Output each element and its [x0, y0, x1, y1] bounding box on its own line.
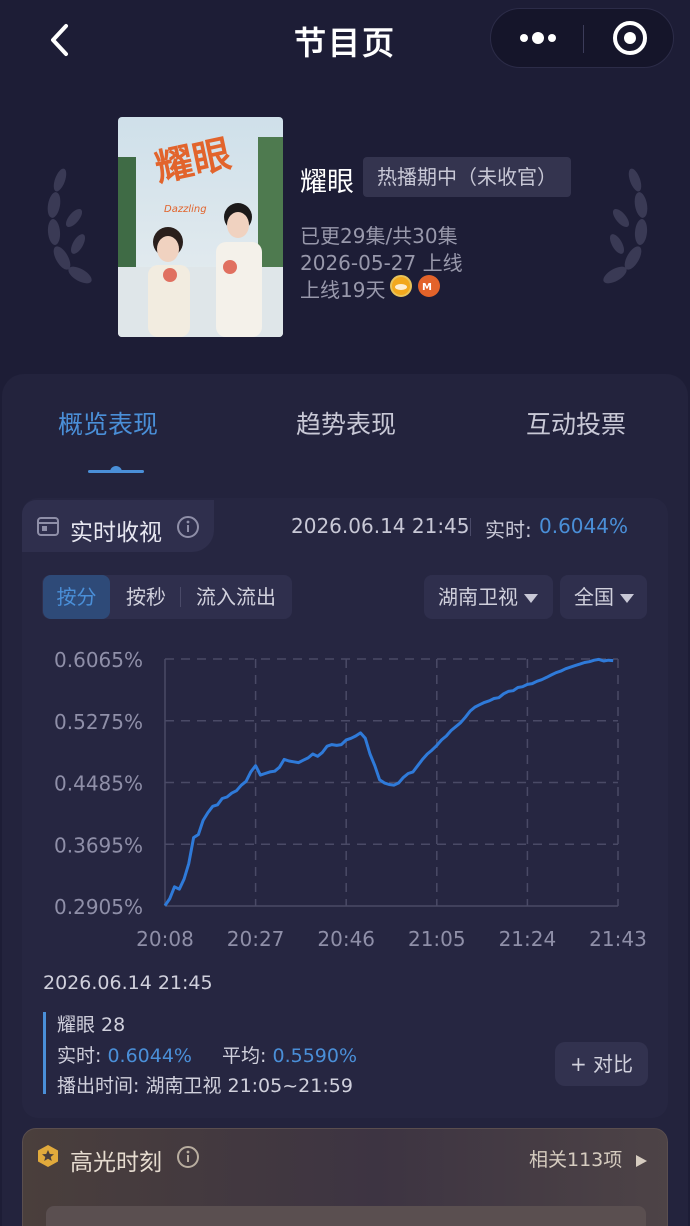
region-dropdown-value: 全国: [574, 585, 614, 609]
tv-calendar-icon: [37, 517, 59, 536]
segment-in-out-flow[interactable]: 流入流出: [182, 575, 290, 619]
svg-text:M: M: [422, 282, 432, 293]
mango-tv-orange-icon: [390, 275, 412, 297]
play-arrow-icon: [636, 1154, 648, 1167]
tab-overview[interactable]: 概览表现: [58, 405, 158, 441]
highlights-related-link[interactable]: 相关113项: [529, 1145, 648, 1172]
star-badge-icon: [38, 1145, 58, 1167]
realtime-value: 0.6044%: [539, 514, 628, 538]
detail-avg-label: 平均:: [222, 1045, 267, 1067]
detail-airtime: 播出时间: 湖南卫视 21:05~21:59: [57, 1075, 353, 1097]
channel-dropdown[interactable]: 湖南卫视: [424, 575, 553, 619]
segment-separator: [180, 587, 181, 607]
realtime-separator: [470, 518, 471, 536]
realtime-label: 实时:: [485, 518, 532, 542]
info-icon[interactable]: [176, 1145, 200, 1169]
status-badge: 热播期中（未收官）: [363, 157, 571, 197]
channel-dropdown-value: 湖南卫视: [438, 585, 518, 609]
more-dots-icon: [520, 32, 556, 44]
detail-avg-value: 0.5590%: [272, 1045, 358, 1067]
detail-realtime-label: 实时:: [57, 1045, 102, 1067]
region-dropdown[interactable]: 全国: [560, 575, 647, 619]
close-mini-program-button[interactable]: [584, 9, 674, 67]
caret-down-icon: [524, 594, 538, 603]
detail-accent-bar: [43, 1012, 46, 1094]
laurel-left-icon: [47, 168, 92, 284]
highlight-item-preview[interactable]: [46, 1206, 646, 1226]
tab-trend[interactable]: 趋势表现: [296, 405, 396, 441]
realtime-timestamp: 2026.06.14 21:45: [291, 514, 470, 538]
days-online: 上线19天: [300, 278, 386, 302]
target-icon: [613, 21, 647, 55]
poster-subtitle: Dazzling: [164, 204, 207, 215]
tab-vote[interactable]: 互动投票: [526, 405, 626, 441]
mini-program-capsule: [490, 8, 674, 68]
show-poster[interactable]: 耀眼 Dazzling: [118, 117, 283, 337]
poster-image: 耀眼 Dazzling: [118, 117, 283, 337]
highlights-title: 高光时刻: [70, 1150, 162, 1176]
premiere-date: 2026-05-27 上线: [300, 251, 463, 275]
episode-count: 已更29集/共30集: [300, 224, 458, 248]
more-button[interactable]: [491, 9, 583, 67]
header-bar: 节目页: [0, 0, 690, 80]
segment-by-second[interactable]: 按秒: [114, 575, 178, 619]
detail-realtime-value: 0.6044%: [107, 1045, 192, 1067]
caret-down-icon: [620, 594, 634, 603]
laurel-right-icon: [603, 168, 648, 284]
show-name: 耀眼: [300, 167, 354, 198]
compare-button[interactable]: + 对比: [555, 1042, 648, 1086]
detail-timestamp: 2026.06.14 21:45: [43, 972, 213, 994]
mgtv-icon: M: [418, 275, 440, 297]
segment-by-minute[interactable]: 按分: [43, 575, 110, 619]
tab-indicator: [88, 470, 144, 473]
realtime-title: 实时收视: [70, 520, 162, 546]
info-icon[interactable]: [176, 515, 200, 539]
detail-ratings: 实时: 0.6044% 平均: 0.5590%: [57, 1041, 357, 1068]
detail-episode: 耀眼 28: [57, 1014, 126, 1036]
highlights-related-count: 相关113项: [529, 1149, 623, 1171]
